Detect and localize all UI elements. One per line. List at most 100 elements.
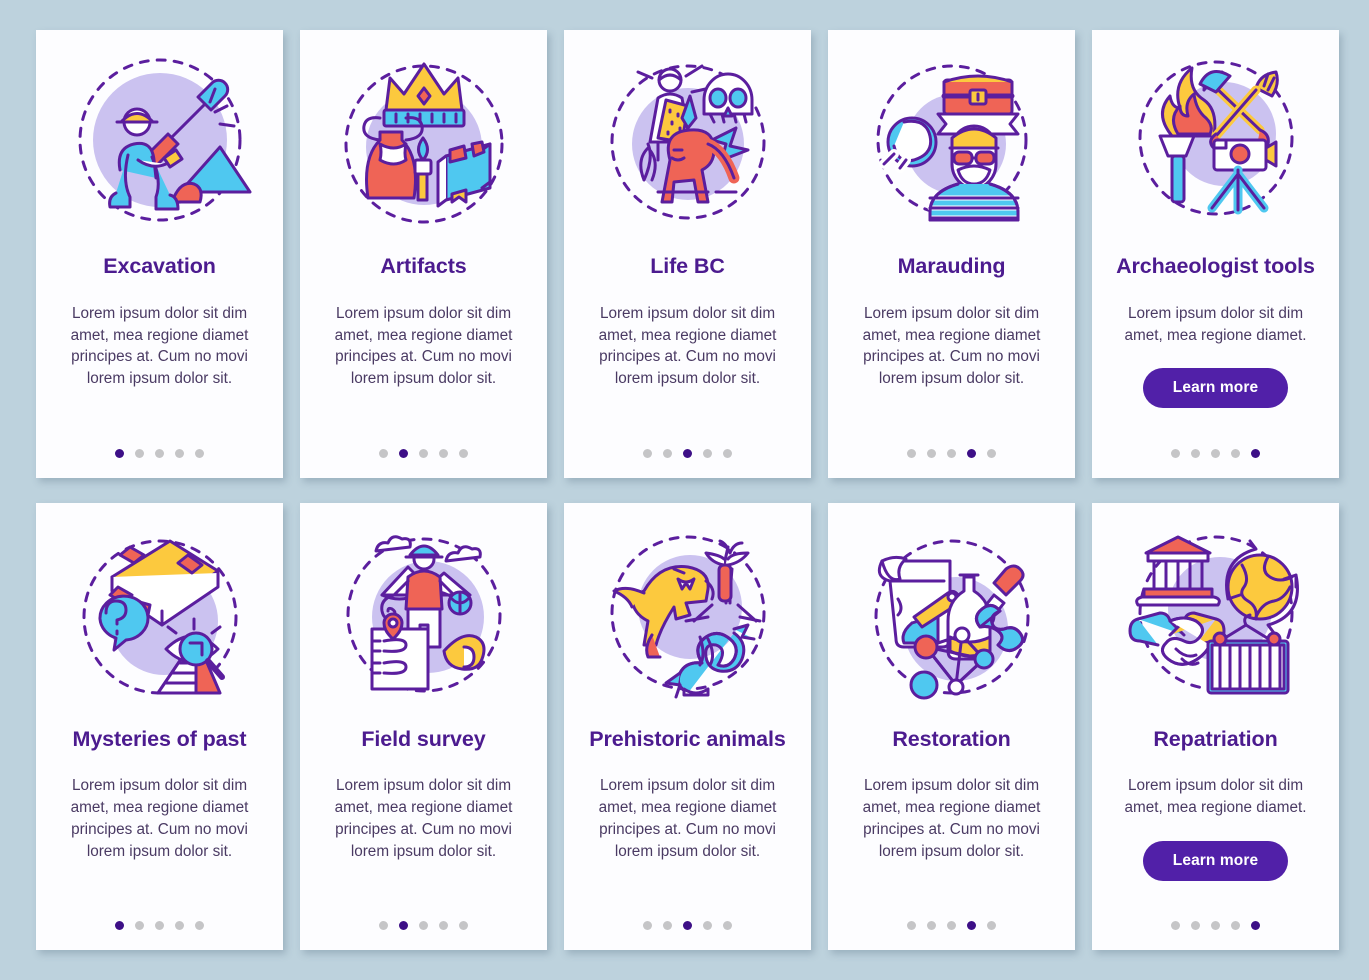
pagination-dot-3[interactable] — [155, 921, 164, 930]
card-title: Archaeologist tools — [1116, 254, 1315, 278]
pagination-dot-5[interactable] — [459, 448, 468, 458]
pagination-dot-4[interactable] — [1231, 448, 1240, 458]
pagination-dots[interactable] — [379, 431, 468, 462]
life-bc-illustration — [588, 52, 788, 237]
card-text-block: Prehistoric animals Lorem ipsum dolor sit… — [578, 710, 797, 935]
pagination-dot-3[interactable] — [1211, 448, 1220, 458]
card-row-1: Excavation Lorem ipsum dolor sit dim amet… — [36, 30, 1340, 478]
pagination-dot-3[interactable] — [947, 921, 956, 930]
pagination-dot-3[interactable] — [419, 921, 428, 930]
card-text-block: Archaeologist tools Lorem ipsum dolor sit… — [1106, 237, 1325, 462]
pagination-dot-1-active[interactable] — [115, 921, 124, 930]
repatriation-illustration — [1116, 525, 1316, 710]
card-description: Lorem ipsum dolor sit dim amet, mea regi… — [70, 304, 249, 388]
card-description: Lorem ipsum dolor sit dim amet, mea regi… — [862, 777, 1041, 860]
pagination-dot-2-active[interactable] — [399, 448, 408, 458]
pagination-dot-2[interactable] — [663, 448, 672, 458]
pagination-dot-1[interactable] — [1171, 448, 1180, 458]
pagination-dots[interactable] — [643, 431, 732, 462]
pagination-dot-3[interactable] — [947, 448, 956, 458]
pagination-dots[interactable] — [1171, 903, 1260, 934]
card-description: Lorem ipsum dolor sit dim amet, mea regi… — [70, 777, 249, 860]
onboarding-card-prehistoric-animals[interactable]: Prehistoric animals Lorem ipsum dolor sit… — [564, 502, 811, 950]
artifacts-illustration — [324, 52, 524, 237]
onboarding-card-mysteries-of-past[interactable]: Mysteries of past Lorem ipsum dolor sit d… — [36, 502, 283, 950]
learn-more-button[interactable]: Learn more — [1142, 368, 1289, 409]
onboarding-card-archaeologist-tools[interactable]: Archaeologist tools Lorem ipsum dolor sit… — [1092, 30, 1339, 478]
pagination-dot-4[interactable] — [703, 921, 712, 930]
pagination-dots[interactable] — [907, 903, 996, 934]
pagination-dot-5-active[interactable] — [1251, 921, 1260, 930]
onboarding-card-repatriation[interactable]: Repatriation Lorem ipsum dolor sit dim am… — [1092, 502, 1339, 950]
card-text-block: Artifacts Lorem ipsum dolor sit dim amet,… — [314, 237, 533, 462]
pagination-dot-4[interactable] — [439, 448, 448, 458]
pagination-dots[interactable] — [115, 903, 204, 934]
pagination-dot-5[interactable] — [987, 921, 996, 930]
card-row-2: Mysteries of past Lorem ipsum dolor sit d… — [36, 502, 1340, 950]
onboarding-screens-board: Excavation Lorem ipsum dolor sit dim amet… — [0, 0, 1369, 980]
pagination-dot-4[interactable] — [703, 448, 712, 458]
pagination-dot-5-active[interactable] — [1251, 448, 1260, 458]
pagination-dot-2[interactable] — [927, 448, 936, 458]
onboarding-card-life-bc[interactable]: Life BC Lorem ipsum dolor sit dim amet, m… — [564, 30, 811, 478]
card-text-block: Life BC Lorem ipsum dolor sit dim amet, m… — [578, 237, 797, 462]
pagination-dot-5[interactable] — [723, 921, 732, 930]
pagination-dot-3-active[interactable] — [683, 448, 692, 458]
pagination-dots[interactable] — [907, 431, 996, 462]
pagination-dot-2[interactable] — [663, 921, 672, 930]
card-text-block: Marauding Lorem ipsum dolor sit dim amet,… — [842, 237, 1061, 462]
pagination-dots[interactable] — [115, 431, 204, 462]
pagination-dots[interactable] — [379, 903, 468, 934]
pagination-dot-4[interactable] — [175, 448, 184, 458]
field-survey-illustration — [324, 525, 524, 710]
pagination-dot-5[interactable] — [459, 921, 468, 930]
pagination-dot-5[interactable] — [195, 921, 204, 930]
card-title: Repatriation — [1153, 726, 1278, 751]
pagination-dot-5[interactable] — [723, 448, 732, 458]
pagination-dot-2[interactable] — [1191, 448, 1200, 458]
pagination-dot-1[interactable] — [643, 921, 652, 930]
card-description: Lorem ipsum dolor sit dim amet, mea regi… — [1124, 777, 1307, 817]
card-title: Restoration — [892, 726, 1011, 751]
pagination-dot-2[interactable] — [927, 921, 936, 930]
card-description: Lorem ipsum dolor sit dim amet, mea regi… — [334, 304, 513, 388]
pagination-dot-2[interactable] — [135, 448, 144, 458]
card-text-block: Excavation Lorem ipsum dolor sit dim amet… — [50, 237, 269, 462]
pagination-dots[interactable] — [643, 903, 732, 934]
pagination-dot-2-active[interactable] — [399, 921, 408, 930]
pagination-dot-3-active[interactable] — [683, 921, 692, 930]
pagination-dot-2[interactable] — [135, 921, 144, 930]
pagination-dot-4-active[interactable] — [967, 448, 976, 458]
pagination-dot-1[interactable] — [1171, 921, 1180, 930]
pagination-dot-5[interactable] — [987, 448, 996, 458]
pagination-dot-1[interactable] — [643, 448, 652, 458]
pagination-dot-5[interactable] — [195, 448, 204, 458]
pagination-dots[interactable] — [1171, 431, 1260, 462]
onboarding-card-field-survey[interactable]: Field survey Lorem ipsum dolor sit dim am… — [300, 502, 547, 950]
marauding-illustration — [852, 52, 1052, 237]
pagination-dot-1[interactable] — [907, 921, 916, 930]
pagination-dot-2[interactable] — [1191, 921, 1200, 930]
pagination-dot-1[interactable] — [907, 448, 916, 458]
card-title: Life BC — [650, 254, 725, 278]
pagination-dot-3[interactable] — [419, 448, 428, 458]
pagination-dot-4[interactable] — [439, 921, 448, 930]
pagination-dot-4[interactable] — [175, 921, 184, 930]
pagination-dot-4-active[interactable] — [967, 921, 976, 930]
onboarding-card-excavation[interactable]: Excavation Lorem ipsum dolor sit dim amet… — [36, 30, 283, 478]
pagination-dot-1[interactable] — [379, 921, 388, 930]
pagination-dot-1-active[interactable] — [115, 448, 124, 458]
pagination-dot-4[interactable] — [1231, 921, 1240, 930]
card-text-block: Restoration Lorem ipsum dolor sit dim ame… — [842, 710, 1061, 935]
learn-more-button[interactable]: Learn more — [1142, 840, 1289, 881]
card-title: Prehistoric animals — [589, 726, 786, 751]
card-description: Lorem ipsum dolor sit dim amet, mea regi… — [598, 304, 777, 388]
onboarding-card-artifacts[interactable]: Artifacts Lorem ipsum dolor sit dim amet,… — [300, 30, 547, 478]
pagination-dot-3[interactable] — [1211, 921, 1220, 930]
onboarding-card-restoration[interactable]: Restoration Lorem ipsum dolor sit dim ame… — [828, 502, 1075, 950]
excavation-illustration — [60, 52, 260, 237]
pagination-dot-3[interactable] — [155, 448, 164, 458]
onboarding-card-marauding[interactable]: Marauding Lorem ipsum dolor sit dim amet,… — [828, 30, 1075, 478]
pagination-dot-1[interactable] — [379, 448, 388, 458]
card-title: Mysteries of past — [72, 726, 247, 751]
